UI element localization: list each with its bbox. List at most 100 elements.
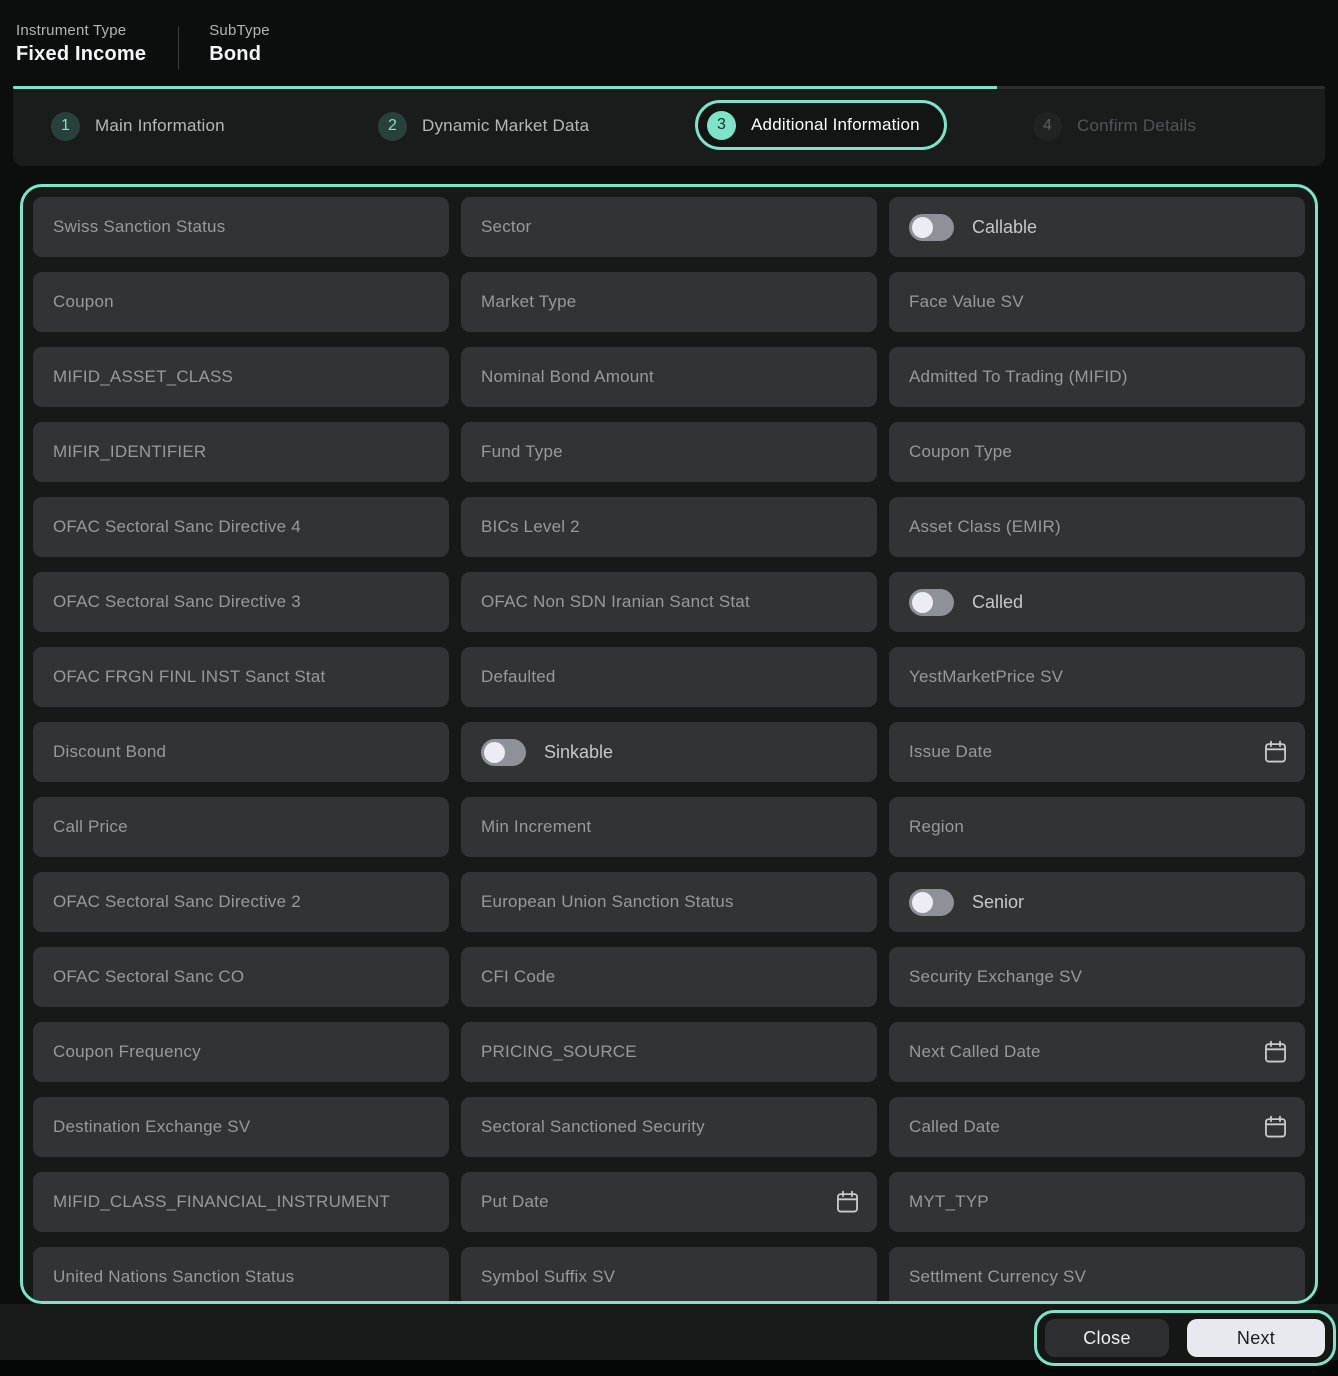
date-field-issue-date[interactable]: Issue Date (889, 722, 1305, 782)
input-field-swiss-sanction-status[interactable]: Swiss Sanction Status (33, 197, 449, 257)
input-field-defaulted[interactable]: Defaulted (461, 647, 877, 707)
input-field-admitted-to-trading-mifid[interactable]: Admitted To Trading (MIFID) (889, 347, 1305, 407)
input-field-ofac-sectoral-sanc-directive-2[interactable]: OFAC Sectoral Sanc Directive 2 (33, 872, 449, 932)
additional-information-form: Swiss Sanction Status Sector Callable Coupo… (20, 184, 1318, 1304)
field-placeholder: MIFID_CLASS_FINANCIAL_INSTRUMENT (53, 1192, 391, 1211)
field-placeholder: Defaulted (481, 667, 556, 686)
date-field-put-date[interactable]: Put Date (461, 1172, 877, 1232)
input-field-sector[interactable]: Sector (461, 197, 877, 257)
input-field-market-type[interactable]: Market Type (461, 272, 877, 332)
field-placeholder: Nominal Bond Amount (481, 367, 654, 386)
input-field-pricing-source[interactable]: PRICING_SOURCE (461, 1022, 877, 1082)
toggle-switch[interactable] (909, 588, 954, 616)
toggle-field-senior[interactable]: Senior (889, 872, 1305, 932)
step-3-label: Additional Information (751, 115, 920, 134)
input-field-min-increment[interactable]: Min Increment (461, 797, 877, 857)
input-field-region[interactable]: Region (889, 797, 1305, 857)
field-placeholder: European Union Sanction Status (481, 892, 734, 911)
input-field-ofac-frgn-finl-inst-sanct-stat[interactable]: OFAC FRGN FINL INST Sanct Stat (33, 647, 449, 707)
step-4-label: Confirm Details (1077, 116, 1197, 135)
date-field-next-called-date[interactable]: Next Called Date (889, 1022, 1305, 1082)
toggle-switch[interactable] (909, 888, 954, 916)
input-field-destination-exchange-sv[interactable]: Destination Exchange SV (33, 1097, 449, 1157)
close-button[interactable]: Close (1045, 1319, 1169, 1357)
toggle-knob (484, 741, 505, 763)
input-field-asset-class-emir[interactable]: Asset Class (EMIR) (889, 497, 1305, 557)
date-field-called-date[interactable]: Called Date (889, 1097, 1305, 1157)
step-dynamic-market-data[interactable]: 2 Dynamic Market Data (378, 86, 589, 166)
toggle-field-sinkable[interactable]: Sinkable (461, 722, 877, 782)
subtype-group: SubType Bond (209, 22, 270, 70)
toggle-label: Callable (972, 216, 1038, 237)
input-field-security-exchange-sv[interactable]: Security Exchange SV (889, 947, 1305, 1007)
footer-button-group: Close Next (1034, 1310, 1336, 1366)
field-placeholder: Call Price (53, 817, 128, 836)
step-main-information[interactable]: 1 Main Information (51, 86, 225, 166)
input-field-ofac-sectoral-sanc-co[interactable]: OFAC Sectoral Sanc CO (33, 947, 449, 1007)
step-4-number: 4 (1033, 111, 1062, 141)
toggle-knob (912, 891, 933, 913)
input-field-discount-bond[interactable]: Discount Bond (33, 722, 449, 782)
subtype-label: SubType (209, 22, 270, 39)
calendar-icon[interactable] (1262, 1114, 1289, 1141)
input-field-face-value-sv[interactable]: Face Value SV (889, 272, 1305, 332)
field-placeholder: United Nations Sanction Status (53, 1267, 295, 1286)
input-field-yestmarketprice-sv[interactable]: YestMarketPrice SV (889, 647, 1305, 707)
toggle-label: Senior (972, 891, 1025, 912)
input-field-mifir-identifier[interactable]: MIFIR_IDENTIFIER (33, 422, 449, 482)
field-placeholder: CFI Code (481, 967, 556, 986)
input-field-symbol-suffix-sv[interactable]: Symbol Suffix SV (461, 1247, 877, 1301)
field-placeholder: Coupon Frequency (53, 1042, 201, 1061)
instrument-type-group: Instrument Type Fixed Income (16, 22, 146, 70)
field-placeholder: MIFID_ASSET_CLASS (53, 367, 234, 386)
toggle-switch[interactable] (481, 738, 526, 766)
field-placeholder: Issue Date (909, 742, 993, 761)
calendar-icon[interactable] (1262, 1039, 1289, 1066)
field-placeholder: MYT_TYP (909, 1192, 989, 1211)
field-placeholder: OFAC Non SDN Iranian Sanct Stat (481, 592, 750, 611)
field-placeholder: Swiss Sanction Status (53, 217, 226, 236)
input-field-myt-typ[interactable]: MYT_TYP (889, 1172, 1305, 1232)
field-placeholder: OFAC Sectoral Sanc Directive 3 (53, 592, 301, 611)
input-field-ofac-sectoral-sanc-directive-3[interactable]: OFAC Sectoral Sanc Directive 3 (33, 572, 449, 632)
step-additional-information[interactable]: 3 Additional Information (695, 100, 947, 150)
step-confirm-details: 4 Confirm Details (1033, 86, 1196, 166)
input-field-bics-level-2[interactable]: BICs Level 2 (461, 497, 877, 557)
input-field-mifid-class-financial-instrument[interactable]: MIFID_CLASS_FINANCIAL_INSTRUMENT (33, 1172, 449, 1232)
input-field-fund-type[interactable]: Fund Type (461, 422, 877, 482)
toggle-field-callable[interactable]: Callable (889, 197, 1305, 257)
field-placeholder: OFAC Sectoral Sanc Directive 4 (53, 517, 301, 536)
calendar-icon[interactable] (834, 1189, 861, 1216)
input-field-coupon[interactable]: Coupon (33, 272, 449, 332)
step-1-label: Main Information (95, 116, 225, 135)
input-field-settlment-currency-sv[interactable]: Settlment Currency SV (889, 1247, 1305, 1301)
field-placeholder: Sectoral Sanctioned Security (481, 1117, 705, 1136)
toggle-switch[interactable] (909, 213, 954, 241)
input-field-sectoral-sanctioned-security[interactable]: Sectoral Sanctioned Security (461, 1097, 877, 1157)
header-divider (178, 26, 180, 70)
field-placeholder: Region (909, 817, 965, 836)
input-field-nominal-bond-amount[interactable]: Nominal Bond Amount (461, 347, 877, 407)
step-2-number: 2 (378, 111, 407, 141)
input-field-coupon-type[interactable]: Coupon Type (889, 422, 1305, 482)
input-field-call-price[interactable]: Call Price (33, 797, 449, 857)
step-1-number: 1 (51, 111, 80, 141)
calendar-icon[interactable] (1262, 739, 1289, 766)
toggle-field-called[interactable]: Called (889, 572, 1305, 632)
field-placeholder: MIFIR_IDENTIFIER (53, 442, 207, 461)
field-placeholder: Security Exchange SV (909, 967, 1083, 986)
field-placeholder: Min Increment (481, 817, 592, 836)
step-3-number: 3 (707, 110, 736, 140)
wizard-stepper: 1 Main Information 2 Dynamic Market Data… (13, 86, 1325, 166)
input-field-mifid-asset-class[interactable]: MIFID_ASSET_CLASS (33, 347, 449, 407)
field-placeholder: YestMarketPrice SV (909, 667, 1064, 686)
input-field-cfi-code[interactable]: CFI Code (461, 947, 877, 1007)
input-field-united-nations-sanction-status[interactable]: United Nations Sanction Status (33, 1247, 449, 1301)
instrument-type-label: Instrument Type (16, 22, 127, 39)
input-field-ofac-sectoral-sanc-directive-4[interactable]: OFAC Sectoral Sanc Directive 4 (33, 497, 449, 557)
input-field-ofac-non-sdn-iranian-sanct-stat[interactable]: OFAC Non SDN Iranian Sanct Stat (461, 572, 877, 632)
input-field-european-union-sanction-status[interactable]: European Union Sanction Status (461, 872, 877, 932)
field-placeholder: Destination Exchange SV (53, 1117, 251, 1136)
next-button[interactable]: Next (1187, 1319, 1325, 1357)
input-field-coupon-frequency[interactable]: Coupon Frequency (33, 1022, 449, 1082)
